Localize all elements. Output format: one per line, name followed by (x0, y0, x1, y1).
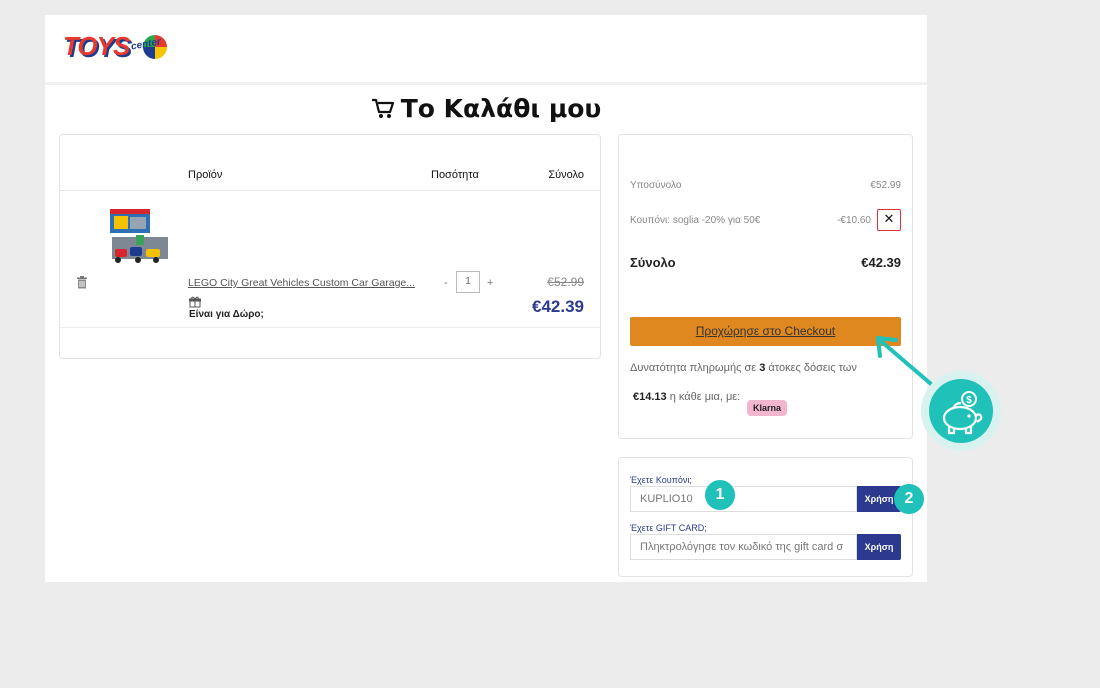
klarna-post: άτοκες δόσεις των (765, 362, 857, 374)
trash-icon[interactable] (76, 276, 88, 289)
coupon-giftcard-box: Έχετε Κουπόνι; KUPLIO10 Χρήση Έχετε GIFT… (618, 457, 913, 577)
total-row: Σύνολο €42.39 (630, 255, 901, 270)
subtotal-label: Υποσύνολο (630, 180, 682, 191)
subtotal-row: Υποσύνολο €52.99 (630, 180, 901, 191)
logo-text: TOYS (63, 31, 130, 61)
total-label: Σύνολο (630, 255, 676, 270)
subtotal-value: €52.99 (870, 180, 901, 191)
price-discounted: €42.39 (532, 297, 584, 316)
gift-icon[interactable] (189, 296, 201, 308)
coupon-input[interactable]: KUPLIO10 (630, 486, 857, 512)
page-title: Το Καλάθι μου (45, 94, 927, 123)
installment-info: €14.13 η κάθε μια, με: (633, 391, 740, 403)
piggy-bank-icon: $ (929, 379, 993, 443)
product-name-link[interactable]: LEGO City Great Vehicles Custom Car Gara… (188, 277, 415, 289)
klarna-pre: Δυνατότητα πληρωμής σε (630, 362, 760, 374)
total-value: €42.39 (861, 255, 901, 270)
qty-decrease-button[interactable]: - (444, 277, 448, 289)
column-quantity: Ποσότητα (431, 169, 479, 181)
cart-table: Προϊόν Ποσότητα Σύνολο LEGO City Great V… (59, 134, 601, 359)
svg-text:$: $ (966, 395, 972, 406)
page-title-text: Το Καλάθι μου (400, 94, 602, 123)
installment-amount: €14.13 (633, 391, 667, 403)
page: TOYS center Το Καλάθι μου Προϊόν Ποσότητ… (45, 15, 927, 582)
product-image[interactable] (108, 209, 170, 267)
cart-icon (371, 98, 394, 118)
giftcard-input[interactable]: Πληκτρολόγησε τον κωδικό της gift card σ (630, 534, 857, 560)
table-row: LEGO City Great Vehicles Custom Car Gara… (60, 191, 600, 328)
coupon-field-label: Έχετε Κουπόνι; (630, 475, 692, 485)
klarna-badge: Klarna (747, 400, 787, 416)
price-original: €52.99 (547, 275, 584, 289)
installment-text: η κάθε μια, με: (666, 391, 741, 403)
column-total: Σύνολο (548, 169, 584, 181)
step-marker-1: 1 (705, 480, 735, 510)
klarna-info: Δυνατότητα πληρωμής σε 3 άτοκες δόσεις τ… (630, 362, 904, 374)
step-marker-2: 2 (894, 484, 924, 514)
coupon-applied-value: -€10.60 (837, 215, 871, 226)
giftcard-field-label: Έχετε GIFT CARD; (630, 523, 707, 533)
logo[interactable]: TOYS center (61, 27, 171, 67)
coupon-row: Κουπόνι: soglia -20% για 50€ -€10.60 (630, 215, 871, 226)
column-product: Προϊόν (188, 169, 223, 181)
gift-label[interactable]: Είναι για Δώρο; (189, 309, 264, 320)
giftcard-apply-button[interactable]: Χρήση (857, 534, 901, 560)
quantity-input[interactable]: 1 (456, 271, 480, 293)
table-header: Προϊόν Ποσότητα Σύνολο (60, 135, 600, 191)
qty-increase-button[interactable]: + (487, 277, 493, 289)
remove-coupon-button[interactable]: ✕ (877, 209, 901, 231)
header: TOYS center (45, 15, 927, 85)
checkout-button[interactable]: Προχώρησε στο Checkout (630, 317, 901, 346)
coupon-applied-label: Κουπόνι: soglia -20% για 50€ (630, 215, 761, 226)
